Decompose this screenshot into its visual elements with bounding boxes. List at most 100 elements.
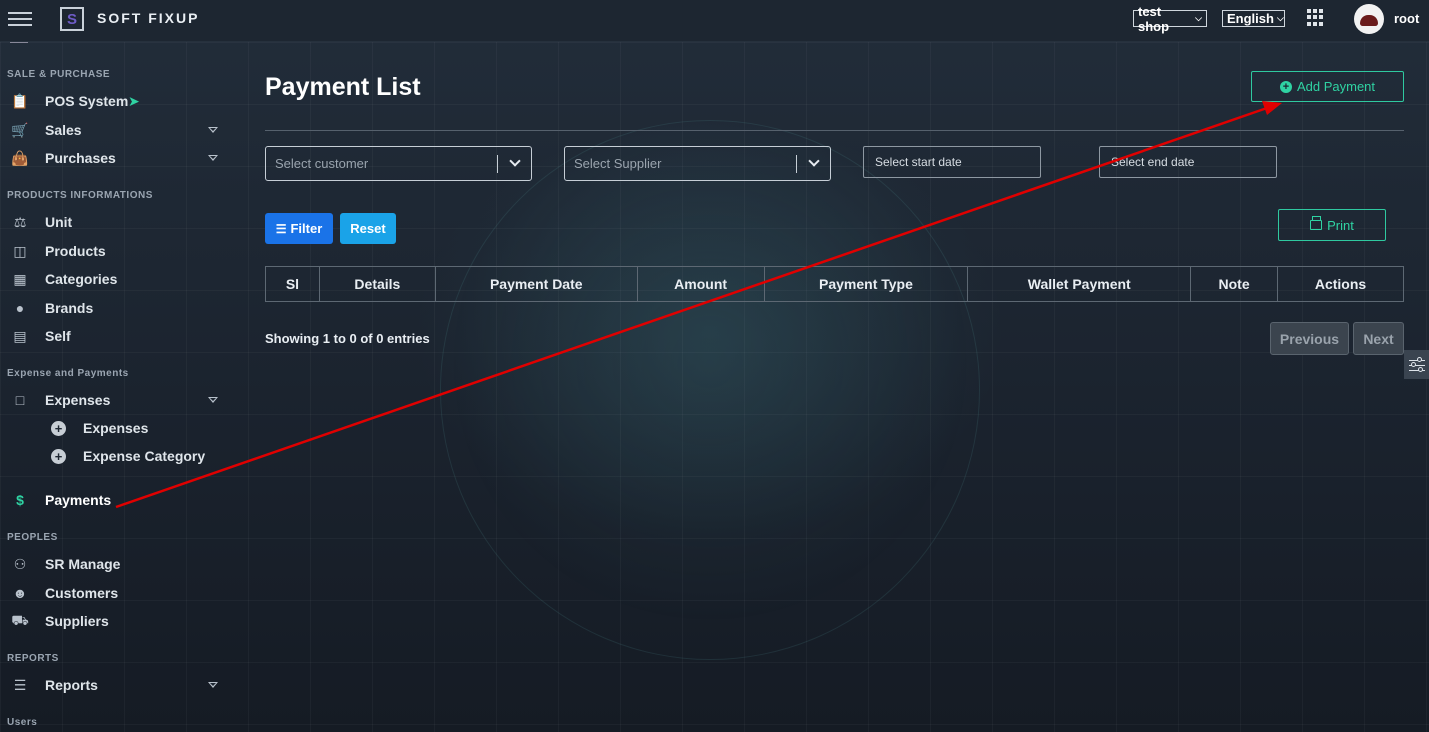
page-title: Payment List bbox=[265, 73, 421, 101]
showing-entries-text: Showing 1 to 0 of 0 entries bbox=[265, 331, 430, 346]
col-note[interactable]: Note bbox=[1190, 266, 1279, 302]
truck-icon: ⛟ bbox=[11, 611, 29, 628]
sidebar-item-self[interactable]: ▤ Self bbox=[0, 323, 232, 349]
sidebar-item-label: Payments bbox=[45, 492, 112, 508]
select-separator bbox=[497, 155, 498, 173]
print-button[interactable]: Print bbox=[1278, 209, 1386, 241]
start-date-input[interactable] bbox=[863, 146, 1041, 178]
shop-select[interactable]: test shop ⌵ bbox=[1133, 4, 1207, 34]
logo: S bbox=[60, 7, 84, 31]
sidebar-item-label: Categories bbox=[45, 271, 118, 287]
user-gear-icon: ☻ bbox=[12, 585, 28, 601]
sidebar-item-label: Suppliers bbox=[45, 613, 109, 629]
col-amount[interactable]: Amount bbox=[636, 266, 765, 302]
col-wallet-payment[interactable]: Wallet Payment bbox=[967, 266, 1192, 302]
filter-button[interactable]: ☰ Filter bbox=[265, 213, 333, 244]
avatar[interactable] bbox=[1354, 4, 1384, 34]
printer-icon bbox=[1310, 216, 1323, 230]
sidebar-item-expenses[interactable]: □ Expenses bbox=[0, 387, 232, 413]
sidebar-item-customers[interactable]: ☻ Customers bbox=[0, 580, 232, 606]
next-button[interactable]: Next bbox=[1353, 322, 1404, 355]
chevron-down-icon bbox=[509, 155, 521, 167]
menu-icon[interactable] bbox=[8, 12, 32, 28]
sidebar-subitem-expenses[interactable]: + Expenses bbox=[0, 416, 232, 442]
settings-panel-toggle[interactable] bbox=[1404, 350, 1429, 379]
section-reports: REPORTS bbox=[7, 653, 59, 664]
sidebar-item-label: Self bbox=[45, 328, 71, 344]
col-payment-date[interactable]: Payment Date bbox=[434, 266, 638, 302]
sidebar: SALE & PURCHASE 📋 POS System ➤ 🛒 Sales 👜… bbox=[0, 42, 232, 732]
col-payment-type[interactable]: Payment Type bbox=[763, 266, 969, 302]
sidebar-item-categories[interactable]: ▦ Categories bbox=[0, 266, 232, 292]
top-bar: S SOFT FIXUP test shop ⌵ English ⌵ root bbox=[0, 0, 1429, 42]
shop-select-value: test shop bbox=[1138, 3, 1170, 34]
section-expense: Expense and Payments bbox=[7, 368, 129, 379]
chevron-down-icon: ⌵ bbox=[1276, 13, 1284, 23]
sidebar-item-reports[interactable]: ☰ Reports bbox=[0, 672, 232, 698]
divider bbox=[10, 42, 28, 43]
sidebar-item-brands[interactable]: ● Brands bbox=[0, 295, 232, 321]
previous-button[interactable]: Previous bbox=[1270, 322, 1349, 355]
sidebar-subitem-expense-category[interactable]: + Expense Category bbox=[0, 444, 232, 470]
sliders-icon: ☰ bbox=[275, 221, 287, 236]
sidebar-item-label: Sales bbox=[45, 122, 82, 138]
chevron-down-icon bbox=[208, 127, 218, 133]
chevron-down-icon bbox=[208, 155, 218, 161]
plus-circle-icon: + bbox=[1279, 80, 1292, 93]
award-icon: ● bbox=[15, 300, 25, 316]
col-actions[interactable]: Actions bbox=[1277, 266, 1404, 302]
sidebar-item-sales[interactable]: 🛒 Sales bbox=[0, 117, 232, 143]
add-payment-label: Add Payment bbox=[1296, 79, 1376, 94]
product-box-icon: ◫ bbox=[13, 242, 27, 259]
supplier-select-placeholder: Select Supplier bbox=[574, 156, 662, 171]
sidebar-item-label: SR Manage bbox=[45, 556, 121, 572]
cart-icon: 🛒 bbox=[11, 121, 29, 138]
users-icon: ⚇ bbox=[13, 555, 27, 572]
sidebar-item-pos[interactable]: 📋 POS System ➤ bbox=[0, 88, 232, 114]
shopping-bag-icon: 👜 bbox=[11, 149, 29, 166]
sidebar-subitem-label: Expense Category bbox=[83, 448, 206, 464]
main-content: Payment List + Add Payment Select custom… bbox=[232, 42, 1429, 732]
col-sl[interactable]: Sl bbox=[265, 266, 320, 302]
sidebar-item-sr-manage[interactable]: ⚇ SR Manage bbox=[0, 551, 232, 577]
chevron-down-icon: ⌵ bbox=[1195, 13, 1202, 23]
report-list-icon: ☰ bbox=[13, 676, 27, 693]
sidebar-item-suppliers[interactable]: ⛟ Suppliers bbox=[0, 608, 232, 634]
customer-select[interactable]: Select customer bbox=[265, 146, 532, 181]
sidebar-subitem-label: Expenses bbox=[83, 420, 149, 436]
reset-button[interactable]: Reset bbox=[340, 213, 396, 244]
sidebar-item-label: Reports bbox=[45, 677, 98, 693]
dollar-icon: $ bbox=[16, 492, 24, 508]
supplier-select[interactable]: Select Supplier bbox=[564, 146, 831, 181]
sidebar-item-label: Unit bbox=[45, 214, 73, 230]
section-users: Users bbox=[7, 717, 38, 728]
send-icon: ➤ bbox=[128, 92, 140, 109]
apps-grid-icon[interactable] bbox=[1307, 9, 1324, 26]
shelf-icon: ▤ bbox=[13, 327, 27, 344]
section-sale-purchase: SALE & PURCHASE bbox=[7, 69, 111, 80]
sidebar-item-label: POS System bbox=[45, 93, 129, 109]
wallet-icon: □ bbox=[15, 392, 25, 408]
scale-icon: ⚖ bbox=[13, 213, 27, 230]
sidebar-item-purchases[interactable]: 👜 Purchases bbox=[0, 145, 232, 171]
logo-letter: S bbox=[66, 10, 77, 28]
print-label: Print bbox=[1327, 217, 1354, 233]
sidebar-item-payments[interactable]: $ Payments bbox=[0, 487, 232, 513]
sidebar-item-label: Customers bbox=[45, 585, 119, 601]
clipboard-check-icon: 📋 bbox=[11, 92, 29, 109]
filter-label: Filter bbox=[290, 221, 323, 236]
select-separator bbox=[796, 155, 797, 173]
sidebar-item-unit[interactable]: ⚖ Unit bbox=[0, 209, 232, 235]
customer-select-placeholder: Select customer bbox=[275, 156, 369, 171]
col-details[interactable]: Details bbox=[318, 266, 436, 302]
brand-name: SOFT FIXUP bbox=[97, 10, 200, 26]
section-peoples: PEOPLES bbox=[7, 532, 58, 543]
sidebar-item-products[interactable]: ◫ Products bbox=[0, 238, 232, 264]
add-payment-button[interactable]: + Add Payment bbox=[1251, 71, 1404, 102]
user-name[interactable]: root bbox=[1394, 11, 1419, 26]
end-date-input[interactable] bbox=[1099, 146, 1277, 178]
chevron-down-icon bbox=[208, 682, 218, 688]
language-select-value: English bbox=[1227, 11, 1274, 26]
sliders-icon bbox=[1408, 356, 1425, 372]
language-select[interactable]: English ⌵ bbox=[1222, 10, 1285, 27]
